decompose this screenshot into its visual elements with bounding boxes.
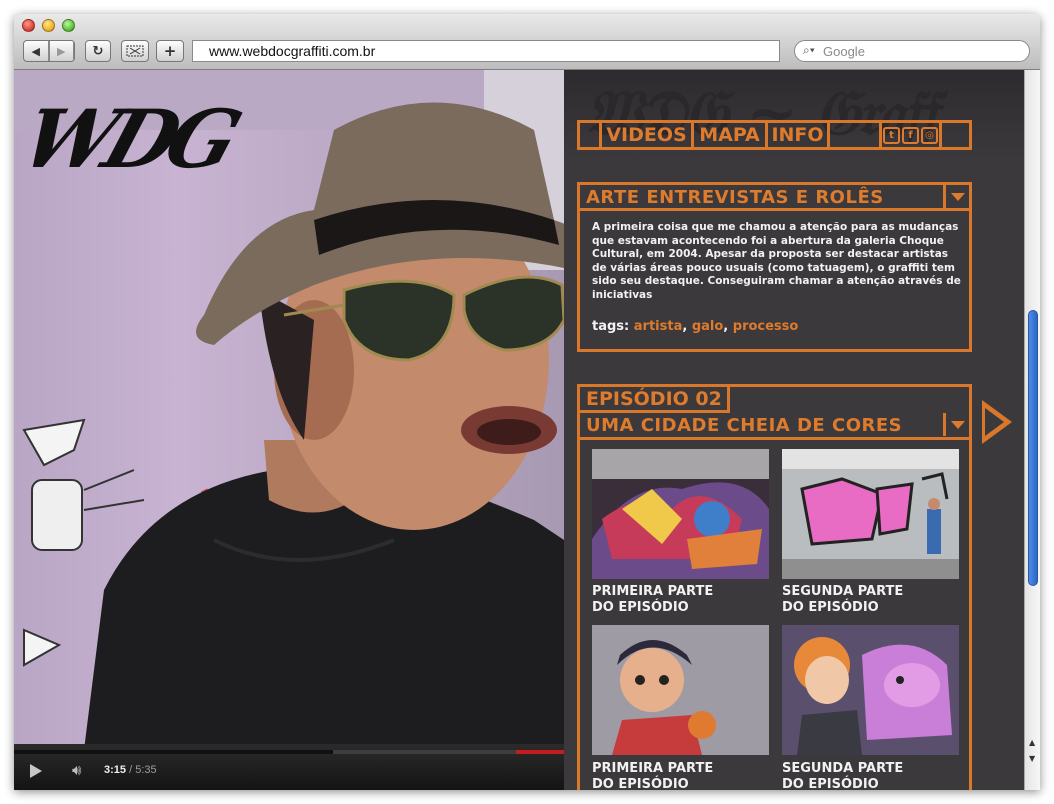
scroll-down-icon[interactable]: ▼ (1029, 754, 1035, 763)
snippet-button[interactable] (121, 40, 149, 62)
episode-title: UMA CIDADE CHEIA DE CORES (586, 415, 903, 436)
play-icon[interactable] (30, 764, 42, 778)
main-nav: VIDEOS MAPA INFO t f ◎ (577, 120, 972, 150)
twitter-icon[interactable]: t (883, 126, 900, 144)
minimize-window-button[interactable] (42, 19, 55, 32)
browser-toolbar: ◀ ▶ ↻ + www.webdocgraffiti.com.br ⌕▾ Goo… (14, 14, 1040, 70)
thumbnail-label-line: DO EPISÓDIO (592, 600, 689, 615)
window-controls (22, 19, 75, 32)
thumbnail-label[interactable]: SEGUNDA PARTE DO EPISÓDIO (782, 584, 962, 616)
back-icon: ◀ (24, 41, 49, 61)
episode-box: EPISÓDIO 02 UMA CIDADE CHEIA DE CORES PR… (577, 384, 972, 790)
close-window-button[interactable] (22, 19, 35, 32)
thumbnail-label-line: DO EPISÓDIO (592, 777, 689, 790)
tag-link[interactable]: galo (692, 319, 723, 334)
side-panel: 𝔚𝔇𝔊 ~ 𝔊𝔯𝔞𝔣𝔣 VIDEOS MAPA INFO t f ◎ ARTE … (564, 70, 1024, 790)
thumbnail-label-line: DO EPISÓDIO (782, 600, 879, 615)
thumbnail-label[interactable]: SEGUNDA PARTE DO EPISÓDIO (782, 761, 962, 790)
next-episode-arrow-inner (985, 408, 1004, 436)
article-dropdown-button[interactable] (943, 185, 969, 208)
reload-button[interactable]: ↻ (85, 40, 111, 62)
nav-spacer-right (942, 123, 966, 147)
video-buffer (516, 750, 564, 754)
plus-icon: + (163, 42, 177, 60)
nav-spacer-left (580, 123, 602, 147)
video-time-total: 5:35 (135, 764, 157, 776)
episode-thumbnail[interactable] (782, 625, 959, 755)
episode-thumbnail[interactable] (592, 625, 769, 755)
forward-icon: ▶ (50, 41, 74, 61)
episode-thumbnail[interactable] (782, 449, 959, 579)
video-time-current: 3:15 (104, 764, 127, 776)
thumbnail-label-line: DO EPISÓDIO (782, 777, 879, 790)
chevron-down-icon (950, 192, 965, 201)
article-body: A primeira coisa que me chamou a atenção… (592, 221, 961, 301)
web-clip-icon (126, 45, 144, 57)
search-placeholder: Google (823, 44, 865, 59)
video-player[interactable]: WDG 🔊︎ 3:15 / 5:35 (14, 70, 564, 790)
tag-link[interactable]: processo (733, 319, 799, 334)
graffiti-thumbnail-image (592, 625, 769, 755)
social-links: t f ◎ (882, 123, 942, 147)
video-progress-fill (14, 750, 333, 754)
article-box: ARTE ENTREVISTAS E ROLÊS A primeira cois… (577, 182, 972, 352)
search-icon: ⌕▾ (803, 43, 815, 57)
video-progress-bar[interactable] (14, 750, 564, 754)
logo-text: WDG (14, 92, 245, 186)
video-time: 3:15 / 5:35 (104, 764, 157, 776)
scrollbar-thumb[interactable] (1028, 310, 1038, 586)
thumbnail-label-line: SEGUNDA PARTE (782, 761, 904, 776)
address-bar[interactable]: www.webdocgraffiti.com.br (192, 40, 780, 62)
thumbnail-label-line: PRIMEIRA PARTE (592, 584, 714, 599)
search-field[interactable]: ⌕▾ Google (794, 40, 1030, 62)
graffiti-thumbnail-image (592, 449, 769, 579)
episode-header: UMA CIDADE CHEIA DE CORES (580, 413, 969, 440)
episode-thumbnail[interactable] (592, 449, 769, 579)
graffiti-thumbnail-image (782, 625, 959, 755)
episode-number-text: EPISÓDIO 02 (586, 388, 722, 410)
article-header: ARTE ENTREVISTAS E ROLÊS (580, 185, 969, 211)
episode-number: EPISÓDIO 02 (580, 387, 730, 413)
video-controls: 🔊︎ 3:15 / 5:35 (14, 744, 564, 790)
back-forward-buttons: ◀ ▶ (23, 40, 75, 62)
nav-spacer-mid (830, 123, 882, 147)
article-title: ARTE ENTREVISTAS E ROLÊS (586, 187, 884, 208)
episode-dropdown-button[interactable] (943, 413, 969, 436)
reload-icon: ↻ (92, 43, 104, 59)
zoom-window-button[interactable] (62, 19, 75, 32)
page-content: WDG 🔊︎ 3:15 / 5:35 𝔚𝔇𝔊 ~ 𝔊𝔯𝔞𝔣𝔣 VIDEOS MA… (14, 70, 1024, 790)
graffiti-thumbnail-image (782, 449, 959, 579)
chevron-down-icon (950, 420, 965, 429)
tag-link[interactable]: artista (634, 319, 683, 334)
thumbnail-label[interactable]: PRIMEIRA PARTE DO EPISÓDIO (592, 761, 772, 790)
browser-window: ◀ ▶ ↻ + www.webdocgraffiti.com.br ⌕▾ Goo… (14, 14, 1040, 790)
volume-icon[interactable]: 🔊︎ (72, 761, 81, 779)
instagram-icon[interactable]: ◎ (921, 126, 938, 144)
add-bookmark-button[interactable]: + (156, 40, 184, 62)
scroll-up-icon[interactable]: ▲ (1029, 738, 1035, 747)
thumbnail-label-line: PRIMEIRA PARTE (592, 761, 714, 776)
site-logo[interactable]: WDG (14, 92, 245, 186)
thumbnail-label[interactable]: PRIMEIRA PARTE DO EPISÓDIO (592, 584, 772, 616)
nav-item-videos[interactable]: VIDEOS (602, 123, 694, 147)
tags-label: tags: (592, 319, 630, 334)
nav-item-mapa[interactable]: MAPA (694, 123, 768, 147)
page-scrollbar[interactable]: ▲ ▼ (1024, 70, 1040, 790)
article-tags: tags: artista, galo, processo (592, 319, 799, 334)
facebook-icon[interactable]: f (902, 126, 919, 144)
back-button[interactable]: ◀ (24, 41, 50, 61)
forward-button[interactable]: ▶ (50, 41, 74, 61)
thumbnail-label-line: SEGUNDA PARTE (782, 584, 904, 599)
nav-item-info[interactable]: INFO (768, 123, 830, 147)
